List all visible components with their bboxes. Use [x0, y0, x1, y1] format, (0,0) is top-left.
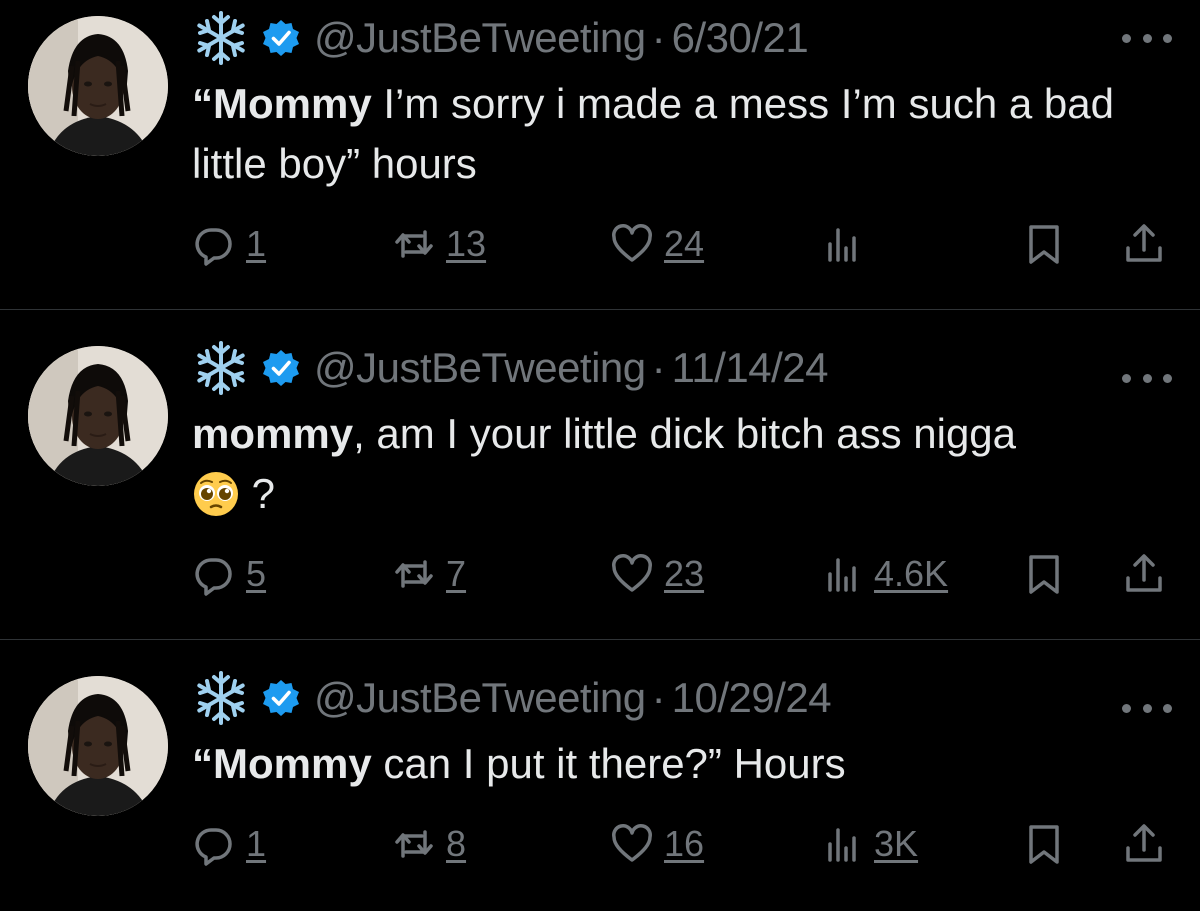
- reply-count: 1: [246, 223, 267, 264]
- bookmark-button[interactable]: [1022, 218, 1066, 270]
- bookmark-button[interactable]: [1022, 548, 1066, 600]
- share-icon: [1126, 554, 1162, 592]
- tweet-text-body: , am I your little dick bitch ass nigga: [353, 410, 1017, 457]
- tweet-text: mommy, am I your little dick bitch ass n…: [192, 404, 1172, 524]
- share-icon: [1126, 824, 1162, 862]
- reply-count: 5: [246, 553, 267, 594]
- more-icon[interactable]: [1122, 28, 1172, 48]
- bookmark-button[interactable]: [1022, 818, 1066, 870]
- like-count: 24: [664, 223, 705, 264]
- avatar[interactable]: [28, 16, 168, 156]
- retweet-count: 7: [446, 553, 467, 594]
- views-count: 4.6K: [874, 553, 949, 594]
- reply-button[interactable]: 5: [192, 548, 266, 600]
- views-icon: [828, 828, 856, 862]
- retweet-count: 13: [446, 223, 487, 264]
- views-icon: [828, 558, 856, 592]
- verified-badge-icon[interactable]: [262, 19, 300, 57]
- tweet-header: @JustBeTweeting · 6/30/21: [192, 8, 809, 68]
- snowflake-icon: [192, 339, 250, 397]
- tweet-text: “Mommy I’m sorry i made a mess I’m such …: [192, 74, 1172, 194]
- separator-dot: ·: [651, 14, 666, 61]
- tweet-date[interactable]: 11/14/24: [672, 344, 829, 392]
- tweet-actions: 5 7 23 4.6K: [192, 548, 1172, 600]
- like-count: 23: [664, 553, 705, 594]
- like-button[interactable]: 16: [610, 818, 704, 870]
- avatar[interactable]: [28, 676, 168, 816]
- retweet-button[interactable]: 13: [392, 218, 486, 270]
- tweet-handle[interactable]: @JustBeTweeting: [314, 344, 646, 392]
- reply-icon: [195, 558, 232, 596]
- verified-badge-icon[interactable]: [262, 679, 300, 717]
- bookmark-icon: [1029, 555, 1059, 594]
- verified-badge-icon[interactable]: [262, 349, 300, 387]
- like-button[interactable]: 24: [610, 218, 704, 270]
- tweet-text: “Mommy can I put it there?” Hours: [192, 734, 1172, 794]
- tweet-feed: @JustBeTweeting · 6/30/21 “Mommy I’m sor…: [0, 0, 1200, 911]
- tweet-actions: 1 13 24: [192, 218, 1172, 270]
- bookmark-icon: [1029, 225, 1059, 264]
- heart-icon: [612, 554, 652, 592]
- views-button[interactable]: 4.6K: [820, 548, 948, 600]
- reply-count: 1: [246, 823, 267, 864]
- more-icon[interactable]: [1122, 368, 1172, 388]
- tweet-date[interactable]: 6/30/21: [672, 14, 809, 62]
- tweet-handle[interactable]: @JustBeTweeting: [314, 14, 646, 62]
- tweet[interactable]: @JustBeTweeting · 11/14/24 mommy, am I y…: [0, 310, 1200, 640]
- views-count: 3K: [874, 823, 919, 864]
- share-icon: [1126, 224, 1162, 262]
- reply-button[interactable]: 1: [192, 218, 266, 270]
- separator-dot: ·: [651, 674, 666, 721]
- more-icon[interactable]: [1122, 698, 1172, 718]
- tweet-header: @JustBeTweeting · 11/14/24: [192, 338, 829, 398]
- tweet-text-bold: mommy: [192, 410, 354, 457]
- share-button[interactable]: [1122, 818, 1166, 870]
- tweet-text-tail: ?: [240, 470, 276, 517]
- views-icon: [828, 228, 856, 262]
- tweet-text-body: can I put it there?” Hours: [371, 740, 846, 787]
- reply-icon: [195, 228, 232, 266]
- reply-button[interactable]: 1: [192, 818, 266, 870]
- share-button[interactable]: [1122, 548, 1166, 600]
- tweet[interactable]: @JustBeTweeting · 10/29/24 “Mommy can I …: [0, 640, 1200, 911]
- tweet-date[interactable]: 10/29/24: [672, 674, 832, 722]
- views-button[interactable]: [820, 218, 874, 270]
- retweet-button[interactable]: 7: [392, 548, 466, 600]
- snowflake-icon: [192, 9, 250, 67]
- retweet-button[interactable]: 8: [392, 818, 466, 870]
- views-button[interactable]: 3K: [820, 818, 918, 870]
- tweet[interactable]: @JustBeTweeting · 6/30/21 “Mommy I’m sor…: [0, 0, 1200, 310]
- reply-icon: [195, 828, 232, 866]
- retweet-icon: [395, 560, 433, 588]
- heart-icon: [612, 224, 652, 262]
- like-button[interactable]: 23: [610, 548, 704, 600]
- separator-dot: ·: [651, 344, 666, 391]
- retweet-icon: [395, 830, 433, 858]
- tweet-text-bold: “Mommy: [192, 80, 372, 127]
- bookmark-icon: [1029, 825, 1059, 864]
- share-button[interactable]: [1122, 218, 1166, 270]
- pleading-face-emoji: [192, 470, 240, 518]
- tweet-text-bold: “Mommy: [192, 740, 372, 787]
- heart-icon: [612, 824, 652, 862]
- tweet-header: @JustBeTweeting · 10/29/24: [192, 668, 832, 728]
- tweet-handle[interactable]: @JustBeTweeting: [314, 674, 646, 722]
- snowflake-icon: [192, 669, 250, 727]
- like-count: 16: [664, 823, 705, 864]
- retweet-count: 8: [446, 823, 467, 864]
- avatar[interactable]: [28, 346, 168, 486]
- tweet-actions: 1 8 16 3K: [192, 818, 1172, 870]
- retweet-icon: [395, 230, 433, 258]
